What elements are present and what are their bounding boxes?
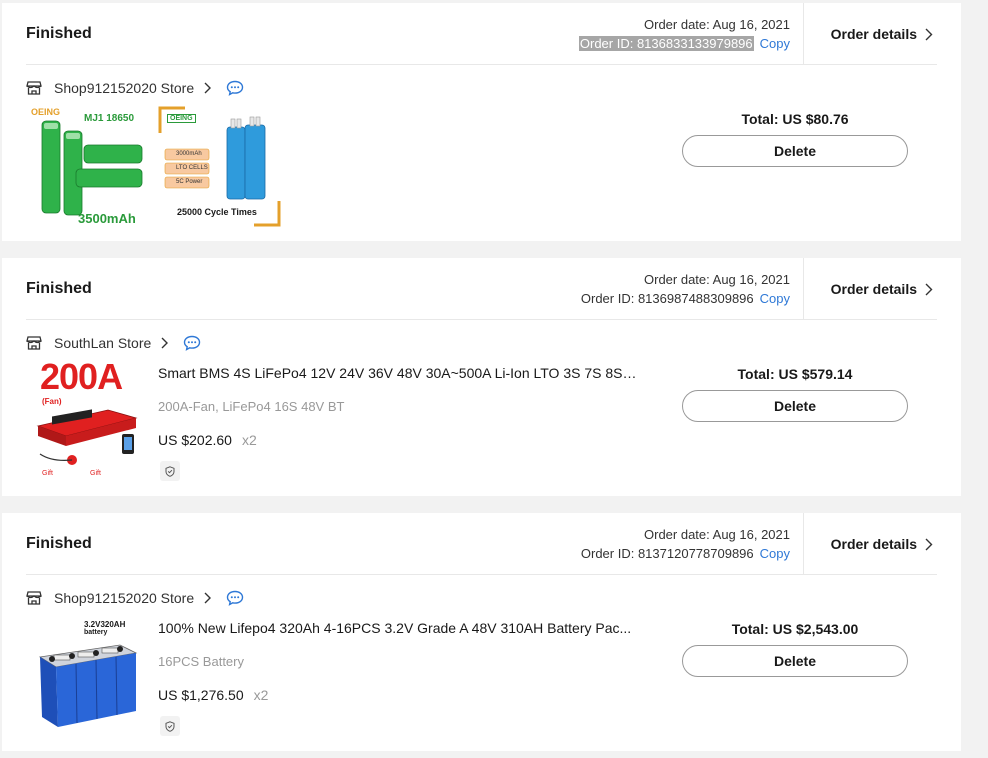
image-label1-text: 3.2V320AH — [84, 620, 126, 629]
price-value: US $1,276.50 — [158, 687, 244, 703]
delete-button[interactable]: Delete — [682, 645, 908, 677]
chat-icon[interactable] — [226, 80, 244, 96]
price-value: US $202.60 — [158, 432, 232, 448]
image-brand-text: OEING — [31, 107, 61, 117]
order-card: Finished Order date: Aug 16, 2021 Order … — [2, 258, 961, 496]
order-total: Total: US $2,543.00 — [731, 621, 859, 637]
copy-link[interactable]: Copy — [760, 36, 790, 51]
product-title[interactable]: Smart BMS 4S LiFePo4 12V 24V 36V 48V 30A… — [158, 365, 638, 381]
order-id-prefix: Order ID: — [579, 36, 637, 51]
chat-icon[interactable] — [183, 335, 201, 351]
product-price: US $202.60 x2 — [158, 432, 257, 448]
order-header: Finished Order date: Aug 16, 2021 Order … — [26, 513, 937, 575]
image-spec3-text: 5C Power — [176, 179, 203, 185]
image-big-text: 200A — [40, 360, 123, 397]
order-id-selected[interactable]: Order ID: 8136833133979896 — [578, 36, 754, 51]
order-date: Order date: Aug 16, 2021 — [644, 17, 790, 32]
store-name[interactable]: Shop912152020 Store — [54, 80, 194, 96]
order-meta: Order date: Aug 16, 2021 Order ID: 81368… — [578, 15, 790, 53]
product-image-lto-cells[interactable]: OEING 3000mAh LTO CELLS 5C Power 25000 C… — [157, 105, 282, 229]
chevron-right-icon — [925, 283, 933, 296]
chevron-right-icon — [925, 28, 933, 41]
order-card: Finished Order date: Aug 16, 2021 Order … — [2, 513, 961, 751]
store-row: Shop912152020 Store — [26, 76, 244, 100]
order-header: Finished Order date: Aug 16, 2021 Order … — [26, 3, 937, 65]
store-row: Shop912152020 Store — [26, 586, 244, 610]
product-image-green-batteries[interactable]: OEING MJ1 18650 3500mAh — [28, 105, 148, 229]
product-image-bms[interactable]: 200A (Fan) Gift Gift — [32, 360, 144, 484]
product-image-lifepo4-cells[interactable]: 3.2V320AH battery — [32, 615, 144, 739]
image-label2-text: battery — [84, 629, 108, 636]
order-status: Finished — [26, 25, 92, 42]
order-meta: Order date: Aug 16, 2021 Order ID: 81369… — [581, 270, 790, 308]
product-title[interactable]: 100% New Lifepo4 320Ah 4-16PCS 3.2V Grad… — [158, 620, 638, 636]
order-id-row: Order ID: 8136987488309896 Copy — [581, 289, 790, 308]
order-details-label: Order details — [830, 281, 917, 297]
copy-link[interactable]: Copy — [760, 546, 790, 561]
image-badge-text: OEING — [167, 114, 196, 123]
order-id-value: 8136833133979896 — [636, 36, 753, 51]
order-header: Finished Order date: Aug 16, 2021 Order … — [26, 258, 937, 320]
order-date: Order date: Aug 16, 2021 — [644, 527, 790, 542]
delete-button[interactable]: Delete — [682, 135, 908, 167]
image-cycles-text: 25000 Cycle Times — [177, 207, 257, 217]
delete-button[interactable]: Delete — [682, 390, 908, 422]
shield-check-icon — [160, 716, 180, 736]
store-icon — [26, 80, 42, 96]
order-details-label: Order details — [830, 536, 917, 552]
shield-check-icon — [160, 461, 180, 481]
image-spec2-text: LTO CELLS — [176, 165, 208, 171]
order-card: Finished Order date: Aug 16, 2021 Order … — [2, 3, 961, 241]
chevron-right-icon[interactable] — [161, 337, 169, 349]
order-date: Order date: Aug 16, 2021 — [644, 272, 790, 287]
order-details-link[interactable]: Order details — [803, 258, 937, 320]
store-name[interactable]: SouthLan Store — [54, 335, 151, 351]
order-status: Finished — [26, 535, 92, 552]
store-icon — [26, 335, 42, 351]
image-capacity-text: 3500mAh — [78, 211, 136, 226]
image-model-text: MJ1 18650 — [84, 113, 135, 124]
image-spec1-text: 3000mAh — [176, 151, 202, 157]
chevron-right-icon[interactable] — [204, 82, 212, 94]
store-name[interactable]: Shop912152020 Store — [54, 590, 194, 606]
chevron-right-icon — [925, 538, 933, 551]
image-sub-text: (Fan) — [42, 397, 62, 406]
product-price: US $1,276.50 x2 — [158, 687, 268, 703]
order-details-label: Order details — [830, 26, 917, 42]
store-icon — [26, 590, 42, 606]
order-id-row: Order ID: 8136833133979896 Copy — [578, 34, 790, 53]
store-row: SouthLan Store — [26, 331, 201, 355]
product-variant: 200A-Fan, LiFePo4 16S 48V BT — [158, 399, 345, 414]
order-total: Total: US $579.14 — [737, 366, 853, 382]
image-gift1-text: Gift — [42, 470, 53, 477]
image-gift2-text: Gift — [90, 470, 101, 477]
order-details-link[interactable]: Order details — [803, 513, 937, 575]
order-total: Total: US $80.76 — [741, 111, 849, 127]
chevron-right-icon[interactable] — [204, 592, 212, 604]
copy-link[interactable]: Copy — [760, 291, 790, 306]
order-id[interactable]: Order ID: 8136987488309896 — [581, 291, 754, 306]
order-meta: Order date: Aug 16, 2021 Order ID: 81371… — [581, 525, 790, 563]
order-id[interactable]: Order ID: 8137120778709896 — [581, 546, 754, 561]
order-id-row: Order ID: 8137120778709896 Copy — [581, 544, 790, 563]
product-quantity: x2 — [241, 432, 257, 448]
product-variant: 16PCS Battery — [158, 654, 244, 669]
order-status: Finished — [26, 280, 92, 297]
chat-icon[interactable] — [226, 590, 244, 606]
product-quantity: x2 — [253, 687, 269, 703]
order-details-link[interactable]: Order details — [803, 3, 937, 65]
